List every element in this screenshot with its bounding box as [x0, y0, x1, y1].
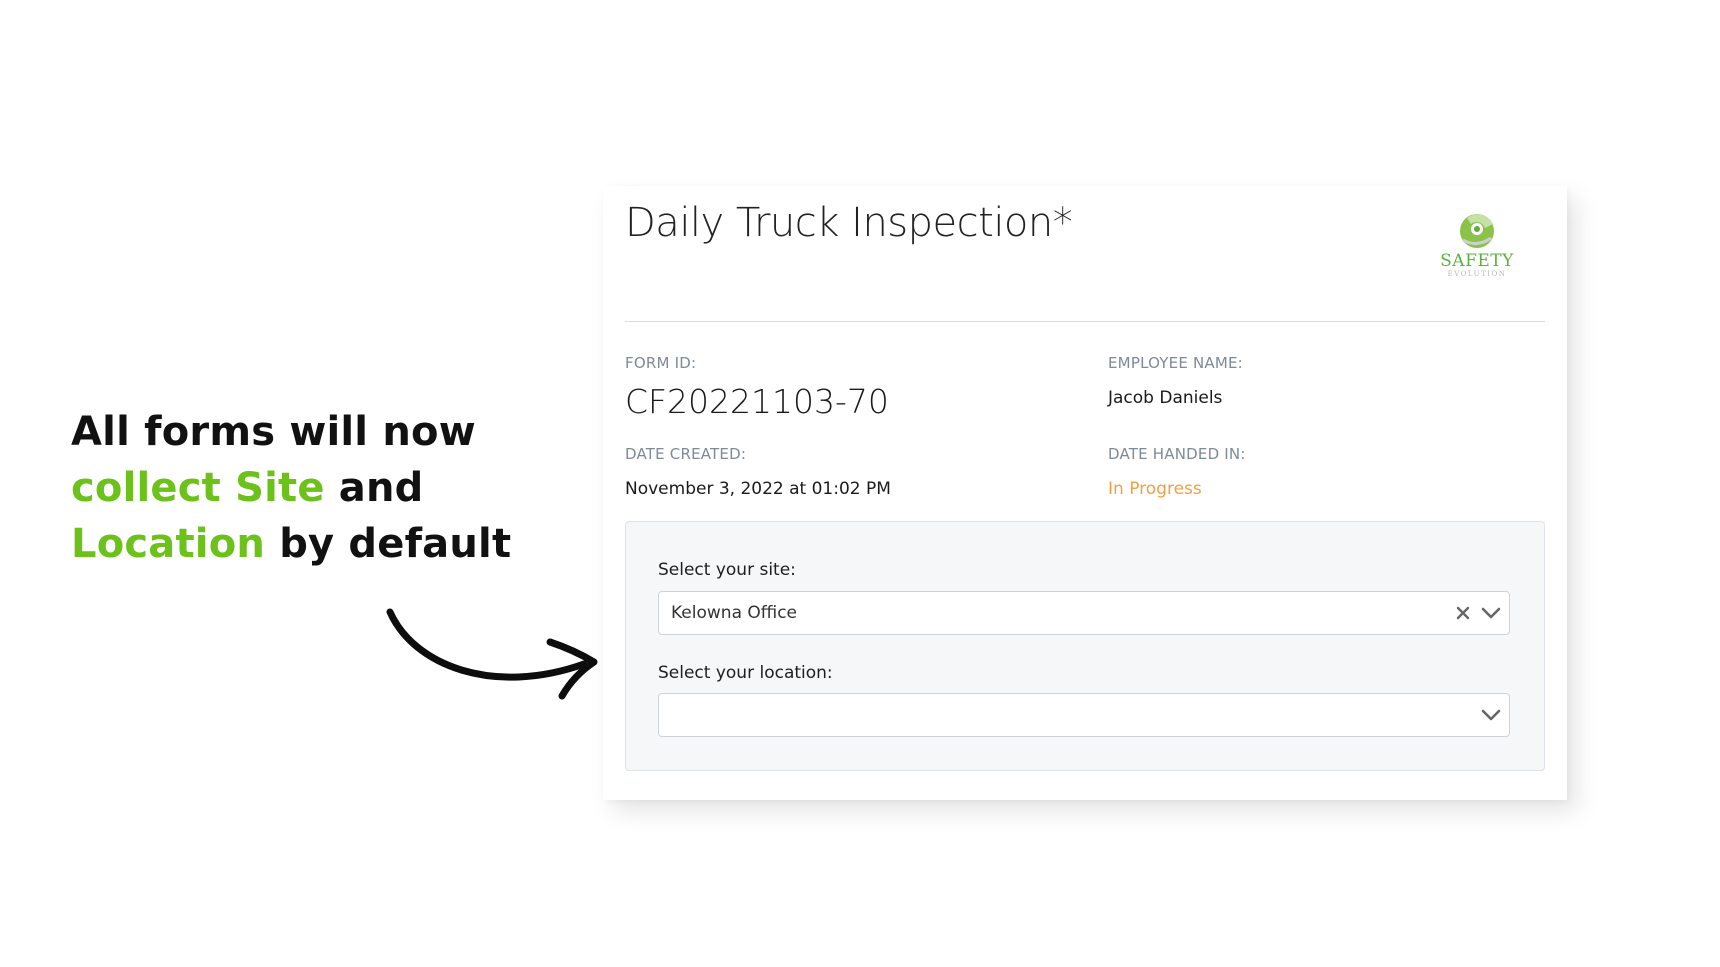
date-created-label: DATE CREATED:	[625, 445, 747, 463]
curved-arrow-icon	[386, 608, 598, 700]
promo-line-2-rest: and	[324, 465, 424, 511]
chevron-down-icon[interactable]	[1481, 707, 1501, 723]
logo-emblem-icon	[1460, 214, 1494, 248]
chevron-down-icon[interactable]	[1481, 605, 1501, 621]
site-select[interactable]: Kelowna Office	[658, 591, 1510, 635]
logo-sub: EVOLUTION	[1447, 270, 1507, 278]
location-select[interactable]	[658, 693, 1510, 737]
promo-accent-location: Location	[71, 521, 266, 567]
location-field-label: Select your location:	[658, 663, 833, 683]
form-id-value: CF20221103-70	[625, 382, 889, 421]
promo-accent-site: collect Site	[71, 465, 325, 511]
employee-name-value: Jacob Daniels	[1108, 388, 1223, 408]
site-field-label: Select your site:	[658, 560, 796, 580]
status-in-progress: In Progress	[1108, 479, 1202, 499]
safety-evolution-logo: SAFETY EVOLUTION	[1436, 210, 1518, 286]
form-title: Daily Truck Inspection*	[625, 200, 1073, 246]
promo-line-3: Location by default	[71, 516, 541, 572]
promo-line-1: All forms will now	[71, 409, 476, 455]
promo-text: All forms will now collect Site and Loca…	[71, 404, 541, 572]
header-divider	[625, 321, 1545, 322]
date-created-value: November 3, 2022 at 01:02 PM	[625, 479, 891, 499]
promo-line-3-rest: by default	[265, 521, 512, 567]
logo-word: SAFETY	[1440, 251, 1514, 271]
date-handed-in-label: DATE HANDED IN:	[1108, 445, 1246, 463]
site-select-value: Kelowna Office	[671, 603, 798, 623]
clear-x-icon[interactable]	[1455, 605, 1471, 621]
form-id-label: FORM ID:	[625, 354, 697, 372]
promo-line-2: collect Site and	[71, 460, 541, 516]
employee-name-label: EMPLOYEE NAME:	[1108, 354, 1243, 372]
